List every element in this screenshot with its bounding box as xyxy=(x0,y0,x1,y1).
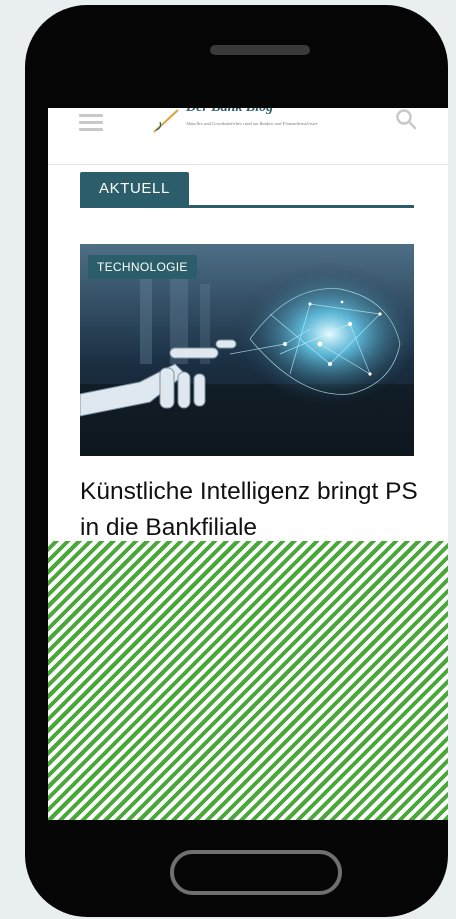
quill-logo-icon xyxy=(153,109,179,133)
search-icon[interactable] xyxy=(395,108,417,130)
section-tab-aktuell[interactable]: AKTUELL xyxy=(80,172,189,205)
section-divider xyxy=(80,205,414,208)
site-logo[interactable]: Der Bank Blog Aktuelles und Grundsätzlic… xyxy=(152,108,352,142)
phone-speaker xyxy=(210,45,310,55)
site-header: Der Bank Blog Aktuelles und Grundsätzlic… xyxy=(48,108,448,165)
logo-title: Der Bank Blog xyxy=(186,108,273,116)
hatched-placeholder-area xyxy=(48,541,448,820)
logo-subtitle: Aktuelles und Grundsätzliches rund um Ba… xyxy=(186,121,318,126)
category-badge[interactable]: TECHNOLOGIE xyxy=(88,255,197,279)
phone-home-button[interactable] xyxy=(170,850,342,895)
phone-screen: Der Bank Blog Aktuelles und Grundsätzlic… xyxy=(48,108,448,820)
hamburger-menu-icon[interactable] xyxy=(79,114,103,131)
article-title[interactable]: Künstliche Intelligenz bringt PS in die … xyxy=(80,474,424,546)
